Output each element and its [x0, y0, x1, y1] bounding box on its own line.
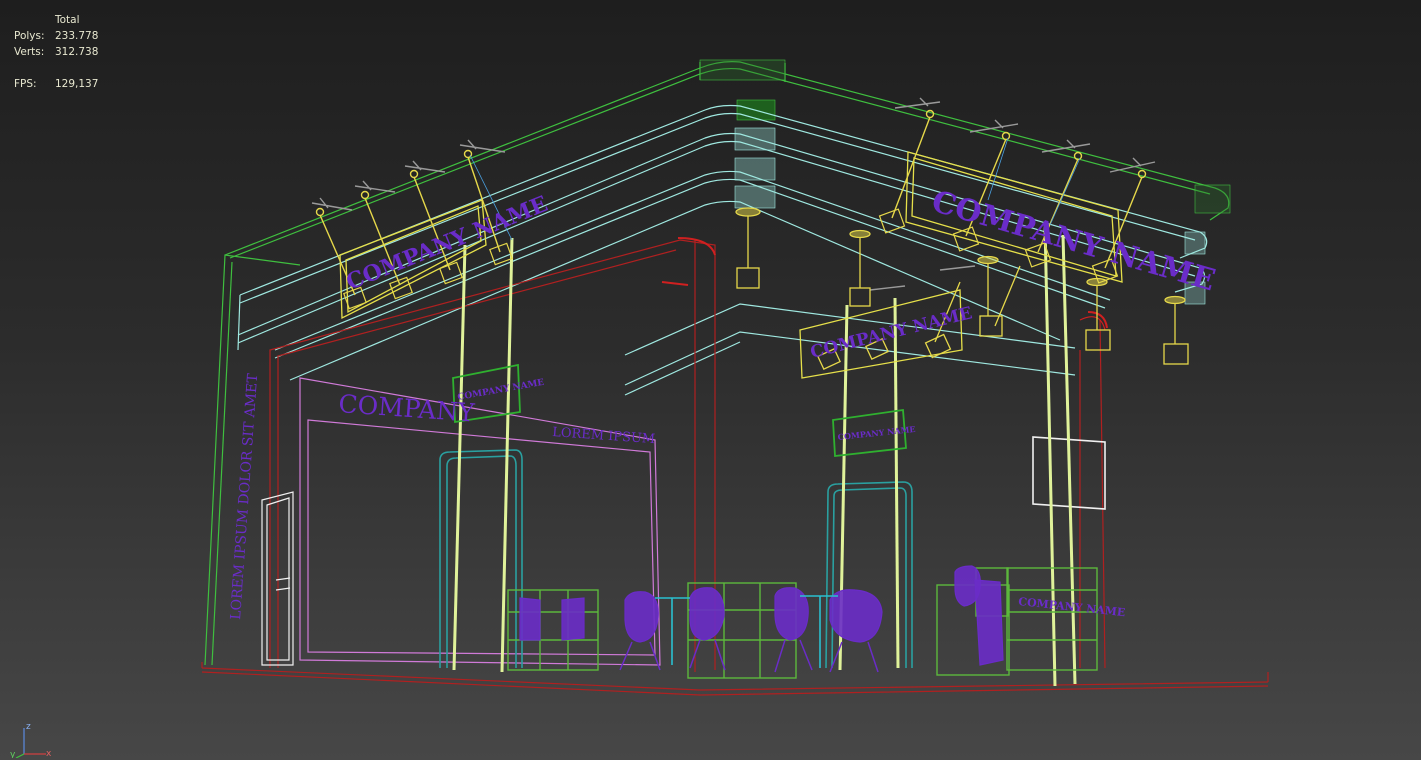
- hanging-sign-right-text: COMPANY NAME: [928, 184, 1219, 298]
- hanging-sign-mid-text: COMPANY NAME: [808, 303, 974, 363]
- back-wall-panel: [299, 377, 661, 666]
- wireframe-scene[interactable]: COMPANY NAME COMPANY NAME COMPANY NAME C…: [0, 0, 1421, 760]
- red-accents: [661, 237, 1108, 329]
- chairs: [519, 565, 1004, 666]
- small-sign-a-text: COMPANY NAME: [457, 378, 545, 403]
- axis-z-label: z: [26, 722, 31, 732]
- cyan-tables: [655, 595, 838, 668]
- axis-gizmo: z x y: [10, 722, 52, 758]
- roof-curve-texture: [699, 59, 1231, 214]
- axis-x-label: x: [46, 749, 52, 758]
- back-wall-company-text: COMPANY: [338, 389, 476, 427]
- small-sign-frames: [452, 363, 907, 458]
- axis-y-label: y: [10, 750, 16, 758]
- side-wall-text: LOREM IPSUM DOLOR SIT AMET: [228, 372, 261, 620]
- 3d-viewport[interactable]: Total Polys: 233.778 Verts: 312.738 FPS:…: [0, 0, 1421, 760]
- small-sign-b-text: COMPANY NAME: [837, 424, 916, 442]
